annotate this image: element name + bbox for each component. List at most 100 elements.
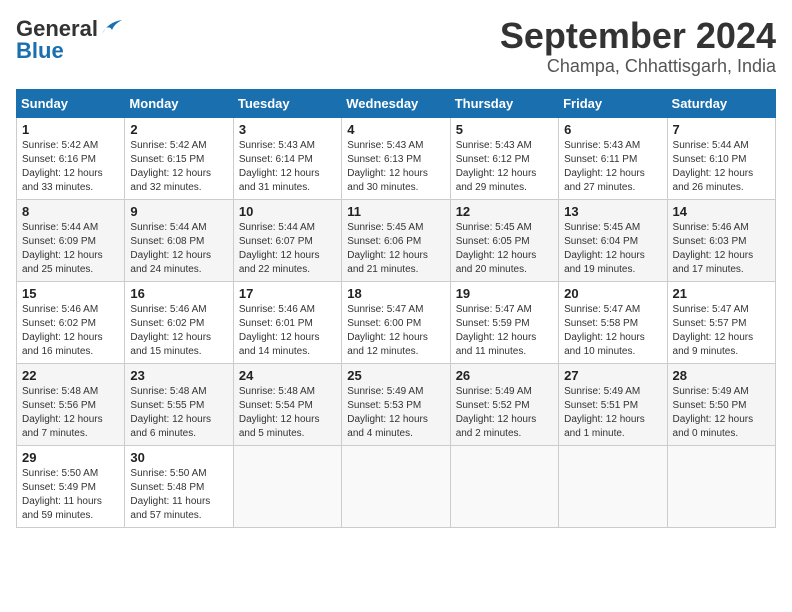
day-info: Sunrise: 5:46 AMSunset: 6:03 PMDaylight:… [673, 221, 770, 277]
day-info: Sunrise: 5:47 AMSunset: 6:00 PMDaylight:… [347, 303, 444, 359]
day-info: Sunrise: 5:45 AMSunset: 6:05 PMDaylight:… [456, 221, 553, 277]
calendar-cell: 3 Sunrise: 5:43 AMSunset: 6:14 PMDaylight… [233, 117, 341, 199]
calendar-table: SundayMondayTuesdayWednesdayThursdayFrid… [16, 89, 776, 528]
day-number: 12 [456, 204, 553, 219]
day-info: Sunrise: 5:44 AMSunset: 6:09 PMDaylight:… [22, 221, 119, 277]
calendar-cell: 23 Sunrise: 5:48 AMSunset: 5:55 PMDayligh… [125, 363, 233, 445]
col-header-saturday: Saturday [667, 89, 775, 117]
calendar-cell: 20 Sunrise: 5:47 AMSunset: 5:58 PMDayligh… [559, 281, 667, 363]
calendar-cell [450, 445, 558, 527]
calendar-cell: 30 Sunrise: 5:50 AMSunset: 5:48 PMDayligh… [125, 445, 233, 527]
day-number: 13 [564, 204, 661, 219]
logo: General Blue [16, 16, 122, 64]
calendar-cell: 4 Sunrise: 5:43 AMSunset: 6:13 PMDaylight… [342, 117, 450, 199]
day-number: 30 [130, 450, 227, 465]
day-number: 21 [673, 286, 770, 301]
calendar-week-4: 22 Sunrise: 5:48 AMSunset: 5:56 PMDayligh… [17, 363, 776, 445]
day-info: Sunrise: 5:47 AMSunset: 5:58 PMDaylight:… [564, 303, 661, 359]
day-info: Sunrise: 5:43 AMSunset: 6:11 PMDaylight:… [564, 139, 661, 195]
calendar-header-row: SundayMondayTuesdayWednesdayThursdayFrid… [17, 89, 776, 117]
sub-title: Champa, Chhattisgarh, India [500, 56, 776, 77]
logo-bird-icon [100, 20, 122, 38]
day-info: Sunrise: 5:46 AMSunset: 6:01 PMDaylight:… [239, 303, 336, 359]
calendar-cell: 9Sunrise: 5:44 AMSunset: 6:08 PMDaylight… [125, 199, 233, 281]
day-number: 27 [564, 368, 661, 383]
calendar-cell: 8 Sunrise: 5:44 AMSunset: 6:09 PMDaylight… [17, 199, 125, 281]
col-header-monday: Monday [125, 89, 233, 117]
day-number: 3 [239, 122, 336, 137]
day-number: 16 [130, 286, 227, 301]
day-info: Sunrise: 5:46 AMSunset: 6:02 PMDaylight:… [22, 303, 119, 359]
day-number: 11 [347, 204, 444, 219]
calendar-cell: 24 Sunrise: 5:48 AMSunset: 5:54 PMDayligh… [233, 363, 341, 445]
day-info: Sunrise: 5:42 AMSunset: 6:16 PMDaylight:… [22, 139, 119, 195]
day-number: 29 [22, 450, 119, 465]
calendar-cell: 17Sunrise: 5:46 AMSunset: 6:01 PMDayligh… [233, 281, 341, 363]
day-number: 7 [673, 122, 770, 137]
day-number: 26 [456, 368, 553, 383]
day-info: Sunrise: 5:44 AMSunset: 6:07 PMDaylight:… [239, 221, 336, 277]
calendar-cell: 26Sunrise: 5:49 AMSunset: 5:52 PMDayligh… [450, 363, 558, 445]
day-number: 23 [130, 368, 227, 383]
calendar-cell: 16 Sunrise: 5:46 AMSunset: 6:02 PMDayligh… [125, 281, 233, 363]
col-header-friday: Friday [559, 89, 667, 117]
day-info: Sunrise: 5:50 AMSunset: 5:48 PMDaylight:… [130, 467, 227, 523]
day-number: 5 [456, 122, 553, 137]
day-number: 28 [673, 368, 770, 383]
day-number: 22 [22, 368, 119, 383]
calendar-week-1: 1 Sunrise: 5:42 AMSunset: 6:16 PMDaylight… [17, 117, 776, 199]
day-info: Sunrise: 5:49 AMSunset: 5:53 PMDaylight:… [347, 385, 444, 441]
day-number: 8 [22, 204, 119, 219]
day-number: 2 [130, 122, 227, 137]
calendar-cell: 27 Sunrise: 5:49 AMSunset: 5:51 PMDayligh… [559, 363, 667, 445]
calendar-cell [233, 445, 341, 527]
day-info: Sunrise: 5:49 AMSunset: 5:51 PMDaylight:… [564, 385, 661, 441]
calendar-cell: 14Sunrise: 5:46 AMSunset: 6:03 PMDayligh… [667, 199, 775, 281]
logo-blue: Blue [16, 38, 64, 64]
day-info: Sunrise: 5:48 AMSunset: 5:54 PMDaylight:… [239, 385, 336, 441]
day-number: 1 [22, 122, 119, 137]
calendar-cell [342, 445, 450, 527]
calendar-cell: 5 Sunrise: 5:43 AMSunset: 6:12 PMDaylight… [450, 117, 558, 199]
day-number: 20 [564, 286, 661, 301]
day-info: Sunrise: 5:43 AMSunset: 6:12 PMDaylight:… [456, 139, 553, 195]
col-header-tuesday: Tuesday [233, 89, 341, 117]
calendar-week-5: 29 Sunrise: 5:50 AMSunset: 5:49 PMDayligh… [17, 445, 776, 527]
calendar-cell: 19 Sunrise: 5:47 AMSunset: 5:59 PMDayligh… [450, 281, 558, 363]
day-number: 4 [347, 122, 444, 137]
day-number: 10 [239, 204, 336, 219]
calendar-cell: 22 Sunrise: 5:48 AMSunset: 5:56 PMDayligh… [17, 363, 125, 445]
calendar-cell: 13 Sunrise: 5:45 AMSunset: 6:04 PMDayligh… [559, 199, 667, 281]
day-info: Sunrise: 5:45 AMSunset: 6:04 PMDaylight:… [564, 221, 661, 277]
title-area: September 2024 Champa, Chhattisgarh, Ind… [500, 16, 776, 77]
day-info: Sunrise: 5:47 AMSunset: 5:59 PMDaylight:… [456, 303, 553, 359]
day-number: 24 [239, 368, 336, 383]
calendar-cell [559, 445, 667, 527]
calendar-cell: 12 Sunrise: 5:45 AMSunset: 6:05 PMDayligh… [450, 199, 558, 281]
day-number: 19 [456, 286, 553, 301]
day-info: Sunrise: 5:46 AMSunset: 6:02 PMDaylight:… [130, 303, 227, 359]
day-info: Sunrise: 5:43 AMSunset: 6:14 PMDaylight:… [239, 139, 336, 195]
col-header-wednesday: Wednesday [342, 89, 450, 117]
calendar-cell: 11Sunrise: 5:45 AMSunset: 6:06 PMDayligh… [342, 199, 450, 281]
calendar-cell: 6 Sunrise: 5:43 AMSunset: 6:11 PMDaylight… [559, 117, 667, 199]
calendar-cell: 10 Sunrise: 5:44 AMSunset: 6:07 PMDayligh… [233, 199, 341, 281]
day-info: Sunrise: 5:50 AMSunset: 5:49 PMDaylight:… [22, 467, 119, 523]
day-number: 6 [564, 122, 661, 137]
page-header: General Blue September 2024 Champa, Chha… [16, 16, 776, 77]
day-info: Sunrise: 5:48 AMSunset: 5:55 PMDaylight:… [130, 385, 227, 441]
day-info: Sunrise: 5:44 AMSunset: 6:10 PMDaylight:… [673, 139, 770, 195]
col-header-sunday: Sunday [17, 89, 125, 117]
calendar-cell: 2Sunrise: 5:42 AMSunset: 6:15 PMDaylight… [125, 117, 233, 199]
col-header-thursday: Thursday [450, 89, 558, 117]
day-number: 18 [347, 286, 444, 301]
day-number: 15 [22, 286, 119, 301]
day-info: Sunrise: 5:47 AMSunset: 5:57 PMDaylight:… [673, 303, 770, 359]
day-info: Sunrise: 5:43 AMSunset: 6:13 PMDaylight:… [347, 139, 444, 195]
day-number: 25 [347, 368, 444, 383]
calendar-cell: 25 Sunrise: 5:49 AMSunset: 5:53 PMDayligh… [342, 363, 450, 445]
day-info: Sunrise: 5:48 AMSunset: 5:56 PMDaylight:… [22, 385, 119, 441]
calendar-cell: 21 Sunrise: 5:47 AMSunset: 5:57 PMDayligh… [667, 281, 775, 363]
calendar-cell: 28Sunrise: 5:49 AMSunset: 5:50 PMDayligh… [667, 363, 775, 445]
calendar-cell: 18 Sunrise: 5:47 AMSunset: 6:00 PMDayligh… [342, 281, 450, 363]
